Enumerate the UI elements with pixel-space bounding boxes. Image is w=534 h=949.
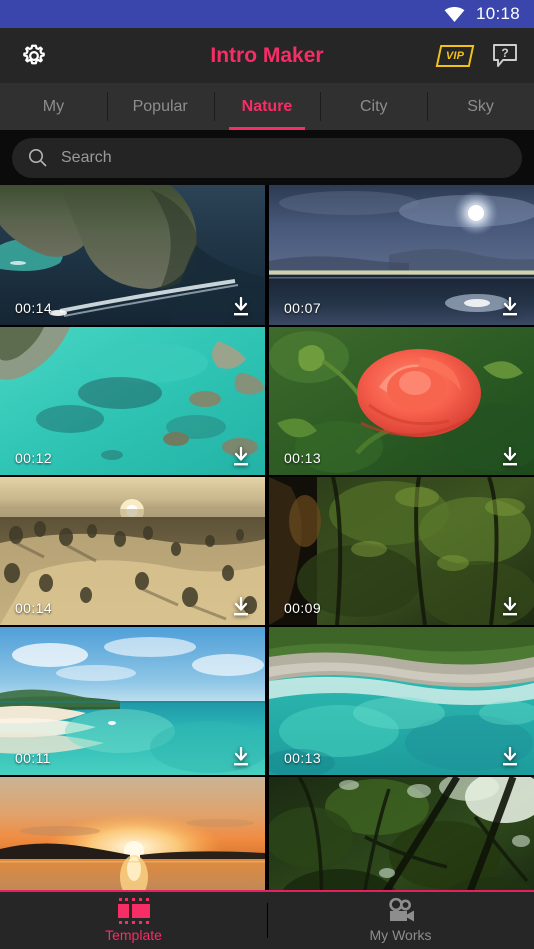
template-card[interactable]: 00:13 bbox=[269, 327, 534, 475]
status-bar: 10:18 bbox=[0, 0, 534, 28]
status-time: 10:18 bbox=[475, 4, 520, 23]
template-thumbnail bbox=[269, 777, 534, 890]
tab-label: Sky bbox=[467, 97, 494, 115]
duration-label: 00:13 bbox=[284, 750, 322, 766]
duration-label: 00:09 bbox=[284, 600, 322, 616]
nav-label-my-works: My Works bbox=[369, 927, 432, 943]
duration-label: 00:14 bbox=[15, 300, 53, 316]
tab-label: City bbox=[360, 97, 388, 115]
app-bar: Intro Maker VIP ? bbox=[0, 28, 534, 83]
search-icon bbox=[29, 149, 47, 167]
duration-label: 00:12 bbox=[15, 450, 53, 466]
help-button[interactable]: ? bbox=[490, 42, 520, 70]
download-icon[interactable] bbox=[499, 446, 521, 468]
nav-label-template: Template bbox=[105, 927, 162, 943]
template-card[interactable]: 00:09 bbox=[269, 477, 534, 625]
duration-label: 00:13 bbox=[284, 450, 322, 466]
settings-button[interactable] bbox=[14, 36, 54, 76]
download-icon[interactable] bbox=[230, 296, 252, 318]
app-bar-actions: VIP ? bbox=[435, 42, 520, 70]
tab-sky[interactable]: Sky bbox=[427, 83, 534, 130]
nav-item-template[interactable]: Template bbox=[0, 892, 267, 949]
help-icon: ? bbox=[493, 43, 517, 67]
template-card[interactable]: 00:14 bbox=[0, 477, 265, 625]
search-bar[interactable] bbox=[12, 137, 522, 178]
template-card[interactable]: 00:11 bbox=[0, 627, 265, 775]
bottom-navigation: Template My Works bbox=[0, 890, 534, 949]
download-icon[interactable] bbox=[499, 596, 521, 618]
svg-text:?: ? bbox=[501, 46, 508, 60]
tab-popular[interactable]: Popular bbox=[106, 83, 214, 130]
search-bar-container bbox=[0, 130, 534, 185]
duration-label: 00:14 bbox=[15, 600, 53, 616]
template-grid[interactable]: 00:14 00:07 00:12 00:13 00:14 00:09 00:1… bbox=[0, 185, 534, 890]
tab-nature[interactable]: Nature bbox=[213, 83, 321, 130]
tab-label: My bbox=[42, 97, 65, 115]
duration-label: 00:07 bbox=[284, 300, 322, 316]
download-icon[interactable] bbox=[230, 446, 252, 468]
duration-label: 00:11 bbox=[15, 750, 51, 766]
tab-city[interactable]: City bbox=[320, 83, 427, 130]
video-camera-icon bbox=[388, 898, 414, 922]
category-tabs: My Popular Nature City Sky bbox=[0, 83, 534, 130]
tab-label: Nature bbox=[241, 97, 293, 115]
tab-my[interactable]: My bbox=[0, 83, 107, 130]
download-icon[interactable] bbox=[499, 296, 521, 318]
tab-active-indicator bbox=[228, 127, 306, 130]
template-grid-inner: 00:14 00:07 00:12 00:13 00:14 00:09 00:1… bbox=[0, 185, 534, 890]
template-thumbnail bbox=[0, 777, 265, 890]
app-screen: 10:18 Intro Maker VIP ? My Popular Natur… bbox=[0, 0, 534, 949]
nav-item-my-works[interactable]: My Works bbox=[267, 892, 534, 949]
wifi-icon bbox=[444, 6, 465, 22]
template-card[interactable] bbox=[0, 777, 265, 890]
film-perforations-top bbox=[118, 898, 149, 901]
gear-icon bbox=[23, 44, 45, 64]
download-icon[interactable] bbox=[230, 596, 252, 618]
template-card[interactable]: 00:12 bbox=[0, 327, 265, 475]
download-icon[interactable] bbox=[230, 746, 252, 768]
vip-label: VIP bbox=[445, 49, 465, 62]
tab-label: Popular bbox=[132, 97, 188, 115]
template-card[interactable]: 00:07 bbox=[269, 185, 534, 325]
film-perforations-bottom bbox=[118, 921, 149, 924]
search-input[interactable] bbox=[59, 147, 506, 168]
film-panes bbox=[117, 904, 150, 918]
template-card[interactable] bbox=[269, 777, 534, 890]
vip-button[interactable]: VIP bbox=[435, 44, 475, 67]
template-card[interactable]: 00:13 bbox=[269, 627, 534, 775]
film-strip-icon bbox=[117, 898, 151, 924]
download-icon[interactable] bbox=[499, 746, 521, 768]
template-card[interactable]: 00:14 bbox=[0, 185, 265, 325]
